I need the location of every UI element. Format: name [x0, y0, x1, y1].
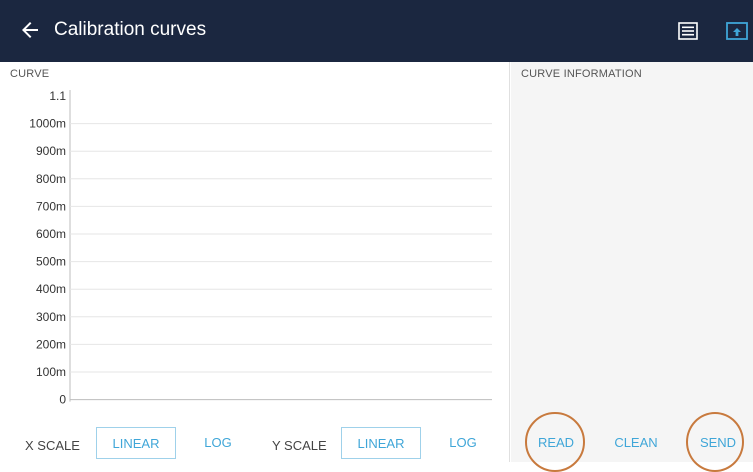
y-tick-label: 900m — [36, 144, 66, 158]
y-tick-label: 800m — [36, 172, 66, 186]
x-scale-linear-button[interactable]: LINEAR — [96, 427, 176, 459]
upload-screen-icon[interactable] — [726, 22, 748, 42]
y-tick-label: 1000m — [29, 117, 66, 131]
calibration-chart: 1.1 1000m 900m 800m 700m 600m 500m 400m 300m 200m… — [29, 89, 492, 407]
x-scale-log-button[interactable]: LOG — [196, 427, 240, 459]
y-scale-log-button[interactable]: LOG — [441, 427, 485, 459]
y-tick-label: 400m — [36, 282, 66, 296]
curve-information-panel — [511, 62, 753, 462]
read-button[interactable]: READ — [527, 427, 585, 459]
y-tick-label: 1.1 — [49, 89, 66, 103]
y-tick-label: 500m — [36, 255, 66, 269]
clean-button[interactable]: CLEAN — [600, 427, 672, 459]
y-tick-label: 0 — [59, 393, 66, 407]
y-tick-label: 300m — [36, 310, 66, 324]
y-tick-label: 600m — [36, 227, 66, 241]
list-view-icon[interactable] — [678, 22, 698, 40]
x-scale-label: X SCALE — [25, 438, 80, 453]
y-scale-label: Y SCALE — [272, 438, 327, 453]
send-button[interactable]: SEND — [688, 427, 748, 459]
y-tick-label: 200m — [36, 337, 66, 351]
curve-information-label: CURVE INFORMATION — [521, 68, 642, 80]
y-tick-label: 700m — [36, 199, 66, 213]
y-scale-linear-button[interactable]: LINEAR — [341, 427, 421, 459]
y-tick-label: 100m — [36, 365, 66, 379]
